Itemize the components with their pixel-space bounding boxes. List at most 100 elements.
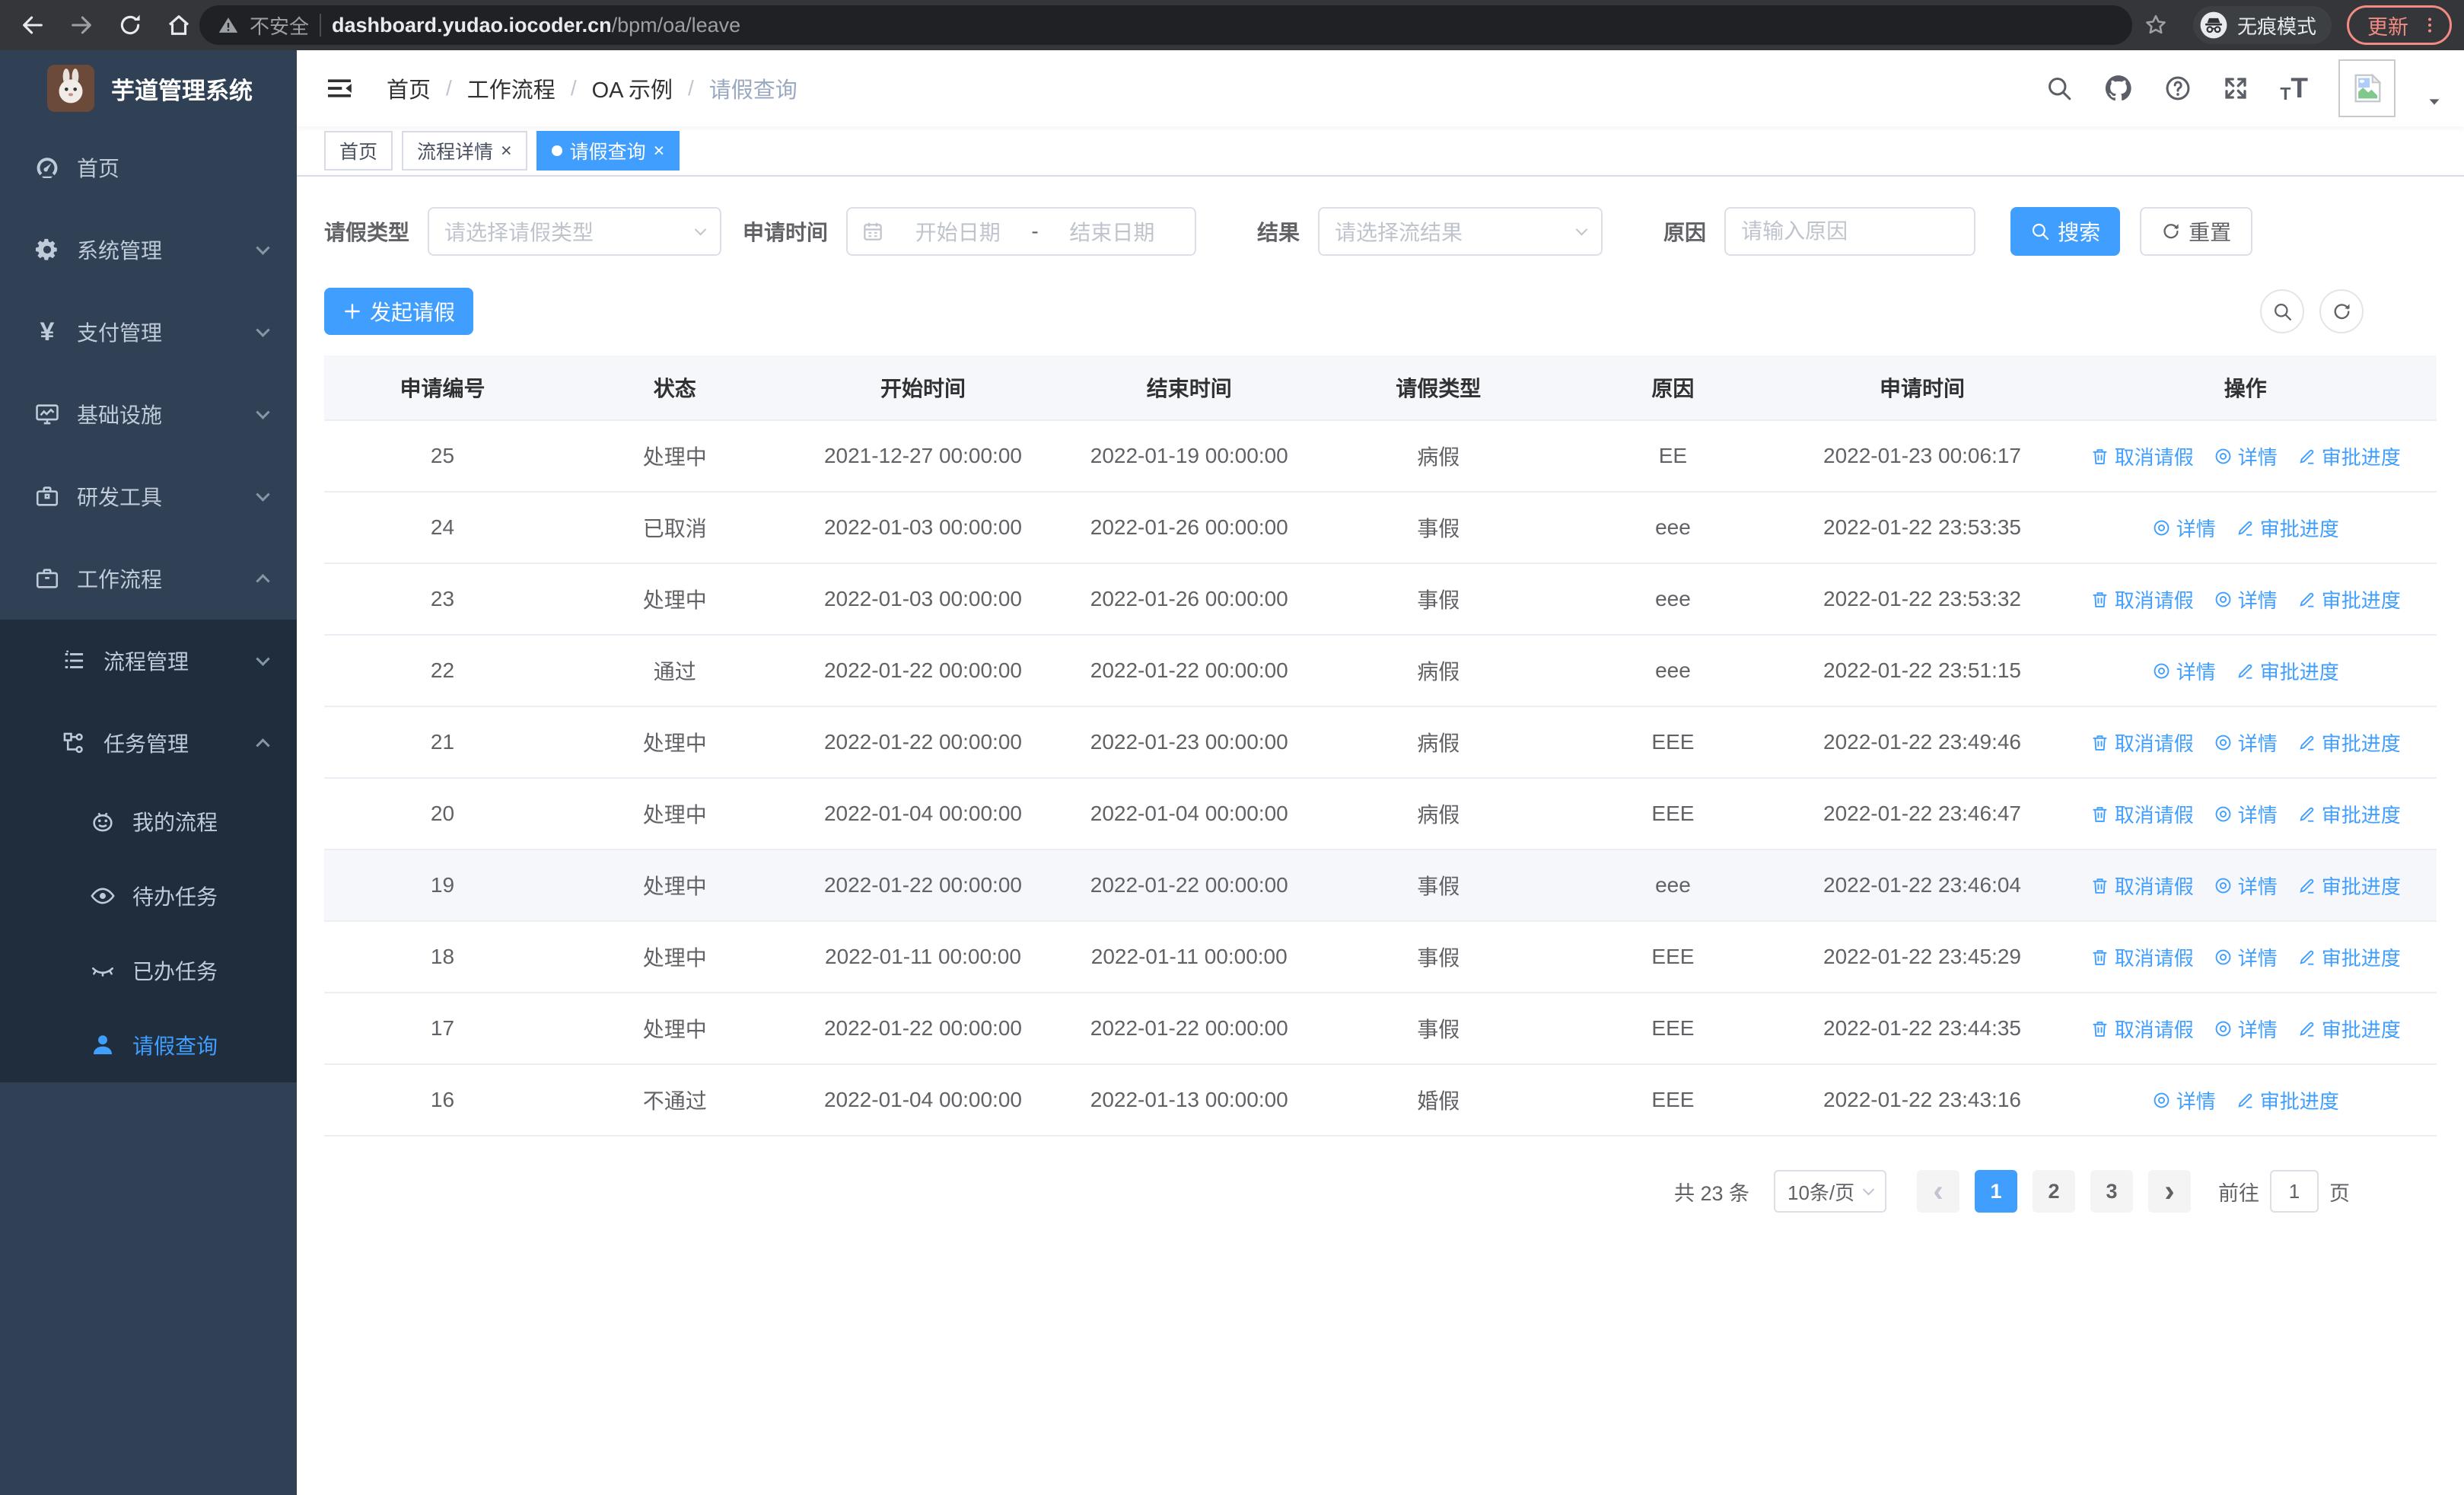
detail-link[interactable]: 详情 [2214, 872, 2278, 900]
page-size-select[interactable]: 10条/页 [1774, 1170, 1886, 1213]
sidebar-item-my-processes[interactable]: 我的流程 [0, 784, 297, 859]
sidebar-item-todo-tasks[interactable]: 待办任务 [0, 859, 297, 933]
goto-page-input[interactable] [2270, 1170, 2319, 1213]
tab-home[interactable]: 首页 [324, 131, 393, 171]
cancel-leave-link[interactable]: 取消请假 [2090, 585, 2194, 614]
leave-type-select[interactable]: 请选择请假类型 [428, 207, 722, 256]
tab-process-detail[interactable]: 流程详情 [402, 131, 527, 171]
reason-input[interactable] [1724, 207, 1976, 256]
result-label: 结果 [1257, 221, 1300, 244]
cancel-leave-link[interactable]: 取消请假 [2090, 728, 2194, 757]
approval-progress-link[interactable]: 审批进度 [2297, 585, 2401, 614]
bookmark-star-icon[interactable] [2143, 12, 2169, 38]
detail-link[interactable]: 详情 [2152, 657, 2216, 685]
sidebar-item-dev-tools[interactable]: 研发工具 [0, 455, 297, 537]
start-date-placeholder: 开始日期 [915, 221, 1001, 244]
breadcrumb-home[interactable]: 首页 [387, 72, 431, 104]
approval-progress-link[interactable]: 审批进度 [2297, 872, 2401, 900]
search-button[interactable]: 搜索 [2010, 207, 2121, 256]
approval-progress-link[interactable]: 审批进度 [2236, 514, 2339, 542]
detail-link[interactable]: 详情 [2214, 800, 2278, 828]
chevron-down-icon [256, 651, 270, 666]
active-tab-dot [551, 145, 562, 156]
page-2-button[interactable]: 2 [2033, 1170, 2075, 1213]
search-icon [2030, 222, 2050, 241]
page-3-button[interactable]: 3 [2090, 1170, 2133, 1213]
chevron-down-icon [694, 223, 707, 235]
sidebar-item-task-mgmt[interactable]: 任务管理 [0, 702, 297, 784]
sidebar-item-infrastructure[interactable]: 基础设施 [0, 373, 297, 455]
monitor-icon [34, 401, 60, 427]
sidebar-item-home[interactable]: 首页 [0, 126, 297, 209]
tabs-bar: 首页 流程详情 请假查询 [297, 126, 2464, 177]
close-icon[interactable] [654, 140, 665, 162]
reload-icon[interactable] [117, 12, 143, 38]
result-select[interactable]: 请选择流结果 [1318, 207, 1603, 256]
sidebar-item-system-mgmt[interactable]: 系统管理 [0, 209, 297, 291]
approval-progress-link[interactable]: 审批进度 [2297, 800, 2401, 828]
sidebar-item-process-mgmt[interactable]: 流程管理 [0, 620, 297, 702]
reason-label: 原因 [1663, 221, 1707, 244]
next-page-button[interactable] [2148, 1170, 2191, 1213]
close-icon[interactable] [501, 140, 512, 162]
detail-link[interactable]: 详情 [2214, 442, 2278, 470]
help-icon[interactable] [2164, 75, 2192, 102]
cancel-leave-link[interactable]: 取消请假 [2090, 943, 2194, 971]
fullscreen-icon[interactable] [2222, 75, 2249, 102]
app-logo[interactable]: 芋道管理系统 [0, 50, 297, 126]
cancel-leave-link[interactable]: 取消请假 [2090, 800, 2194, 828]
trash-icon [2090, 805, 2109, 824]
cancel-leave-link[interactable]: 取消请假 [2090, 442, 2194, 470]
reset-button[interactable]: 重置 [2140, 207, 2253, 256]
detail-icon [2214, 447, 2233, 466]
hamburger-icon[interactable] [324, 73, 355, 104]
cancel-leave-link[interactable]: 取消请假 [2090, 1015, 2194, 1043]
table-search-button[interactable] [2260, 289, 2304, 333]
breadcrumb-workflow[interactable]: 工作流程 [467, 72, 556, 104]
pen-icon [2236, 518, 2255, 537]
sidebar-item-leave-query[interactable]: 请假查询 [0, 1008, 297, 1082]
create-leave-button[interactable]: 发起请假 [324, 288, 474, 335]
home-icon[interactable] [166, 12, 192, 38]
briefcase-icon [34, 566, 60, 591]
tab-leave-query[interactable]: 请假查询 [536, 131, 680, 171]
caret-down-icon[interactable] [2426, 94, 2443, 110]
detail-link[interactable]: 详情 [2152, 514, 2216, 542]
approval-progress-link[interactable]: 审批进度 [2236, 657, 2339, 685]
github-icon[interactable] [2103, 73, 2134, 104]
pen-icon [2297, 876, 2316, 895]
search-icon[interactable] [2045, 75, 2073, 102]
detail-link[interactable]: 详情 [2214, 585, 2278, 614]
approval-progress-link[interactable]: 审批进度 [2297, 943, 2401, 971]
apply-time-range-picker[interactable]: 开始日期 - 结束日期 [846, 207, 1197, 256]
breadcrumb-oa-example[interactable]: OA 示例 [592, 72, 673, 104]
kebab-menu-icon[interactable] [2421, 16, 2439, 34]
robot-icon [90, 808, 116, 834]
detail-link[interactable]: 详情 [2152, 1086, 2216, 1114]
detail-link[interactable]: 详情 [2214, 943, 2278, 971]
detail-icon [2214, 948, 2233, 967]
back-icon[interactable] [20, 12, 46, 38]
avatar[interactable] [2338, 59, 2396, 117]
table-refresh-button[interactable] [2319, 289, 2364, 333]
detail-link[interactable]: 详情 [2214, 728, 2278, 757]
approval-progress-link[interactable]: 审批进度 [2236, 1086, 2339, 1114]
sidebar-item-workflow[interactable]: 工作流程 [0, 537, 297, 620]
sidebar-item-done-tasks[interactable]: 已办任务 [0, 933, 297, 1008]
prev-page-button[interactable] [1917, 1170, 1959, 1213]
list-icon [61, 648, 87, 674]
cancel-leave-link[interactable]: 取消请假 [2090, 872, 2194, 900]
table-row: 24 已取消 2022-01-03 00:00:00 2022-01-26 00:0… [324, 492, 2437, 564]
page-1-button[interactable]: 1 [1975, 1170, 2017, 1213]
detail-link[interactable]: 详情 [2214, 1015, 2278, 1043]
address-bar[interactable]: 不安全 dashboard.yudao.iocoder.cn/bpm/oa/le… [199, 5, 2132, 45]
sidebar-item-payment-mgmt[interactable]: 支付管理 [0, 291, 297, 373]
breadcrumb: 首页 工作流程 OA 示例 请假查询 [387, 72, 797, 104]
forward-icon[interactable] [68, 12, 94, 38]
approval-progress-link[interactable]: 审批进度 [2297, 442, 2401, 470]
font-size-icon[interactable] [2280, 72, 2308, 104]
pen-icon [2297, 948, 2316, 967]
approval-progress-link[interactable]: 审批进度 [2297, 1015, 2401, 1043]
update-chip[interactable]: 更新 [2347, 5, 2452, 45]
approval-progress-link[interactable]: 审批进度 [2297, 728, 2401, 757]
